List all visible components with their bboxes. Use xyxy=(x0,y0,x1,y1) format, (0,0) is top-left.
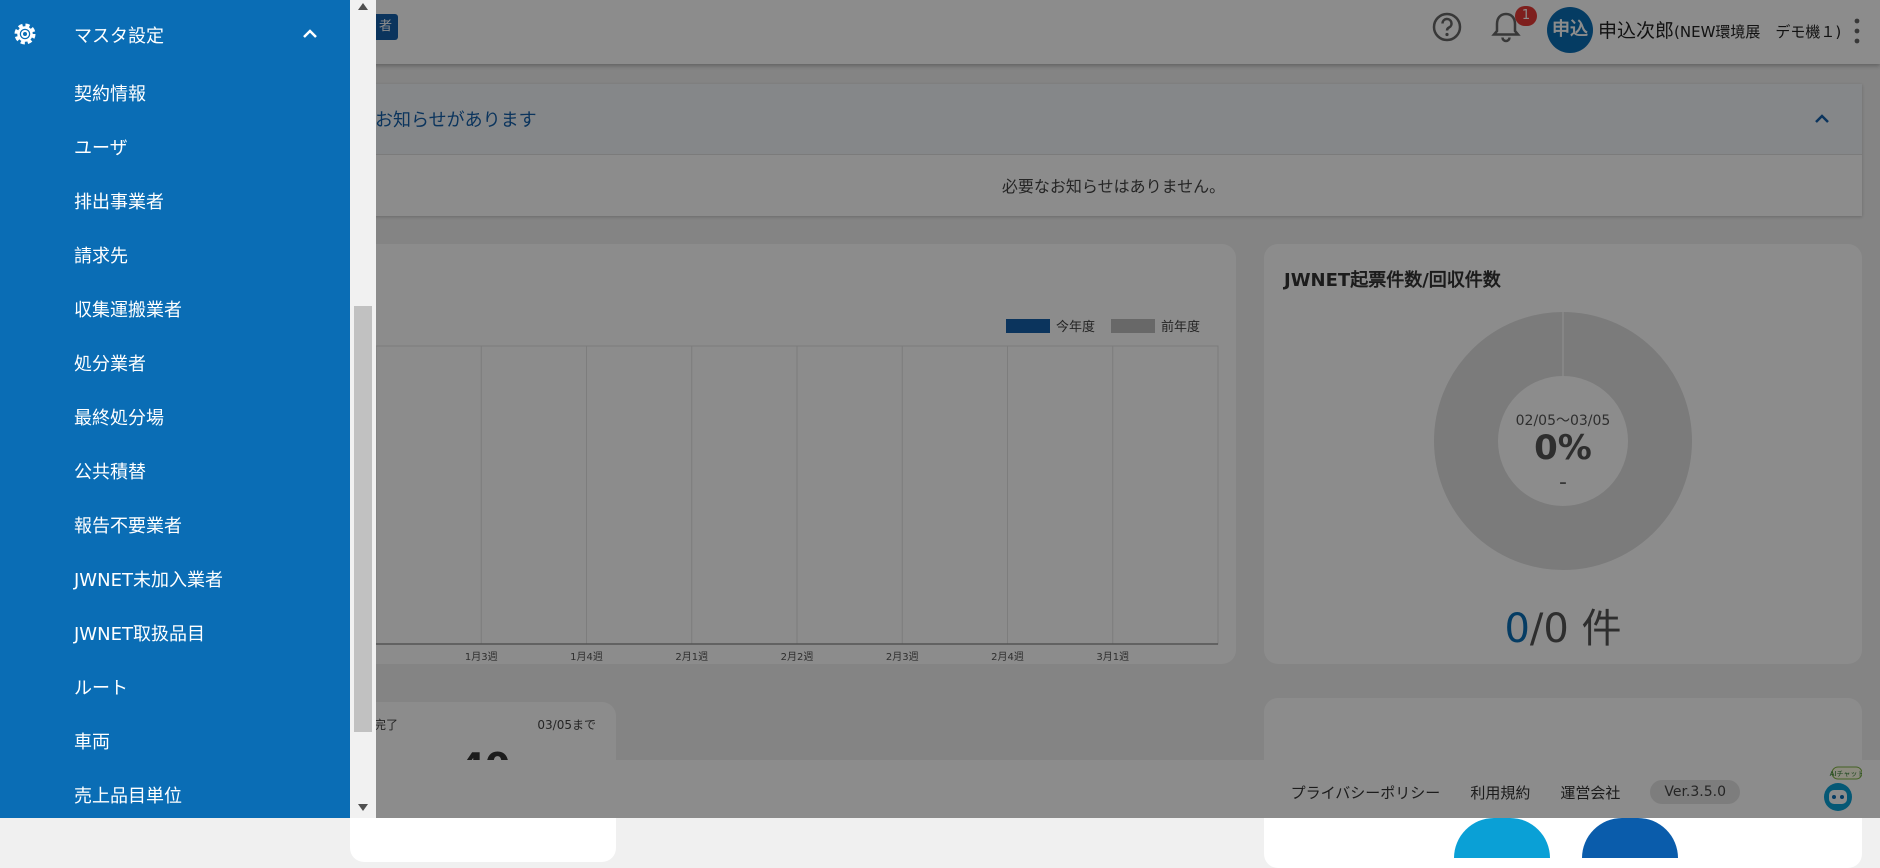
sidebar-item-final-disposal[interactable]: 最終処分場 xyxy=(74,404,164,430)
sidebar-item-billing[interactable]: 請求先 xyxy=(74,242,128,268)
sidebar-item-disposers[interactable]: 処分業者 xyxy=(74,350,146,376)
gear-icon xyxy=(14,23,36,45)
sidebar-section-label: マスタ設定 xyxy=(74,26,164,47)
summary-shape-1 xyxy=(1454,818,1550,858)
sidebar-item-dischargers[interactable]: 排出事業者 xyxy=(74,188,164,214)
sidebar-item-no-report[interactable]: 報告不要業者 xyxy=(74,512,182,538)
sidebar-item-jwnet-items[interactable]: JWNET取扱品目 xyxy=(74,620,205,646)
sidebar-item-contract[interactable]: 契約情報 xyxy=(74,80,146,106)
chevron-up-icon[interactable] xyxy=(300,24,320,44)
sidebar-item-vehicle[interactable]: 車両 xyxy=(74,728,110,754)
sidebar-item-transporters[interactable]: 収集運搬業者 xyxy=(74,296,182,322)
scroll-up-arrow-icon[interactable] xyxy=(358,2,368,10)
sidebar-scrollbar[interactable] xyxy=(350,0,376,818)
summary-shape-2 xyxy=(1582,818,1678,858)
sidebar-item-users[interactable]: ユーザ xyxy=(74,134,128,160)
sidebar-item-sales-unit[interactable]: 売上品目単位 xyxy=(74,782,182,808)
sidebar-section-master[interactable]: マスタ設定 xyxy=(0,0,350,70)
scroll-down-arrow-icon[interactable] xyxy=(358,804,368,812)
sidebar-item-jwnet-nonmember[interactable]: JWNET未加入業者 xyxy=(74,566,223,592)
sidebar-item-route[interactable]: ルート xyxy=(74,674,128,700)
sidebar-drawer: マスタ設定 契約情報 ユーザ 排出事業者 請求先 収集運搬業者 処分業者 最終処… xyxy=(0,0,350,818)
scrollbar-thumb[interactable] xyxy=(354,306,372,732)
sidebar-item-public-transfer[interactable]: 公共積替 xyxy=(74,458,146,484)
